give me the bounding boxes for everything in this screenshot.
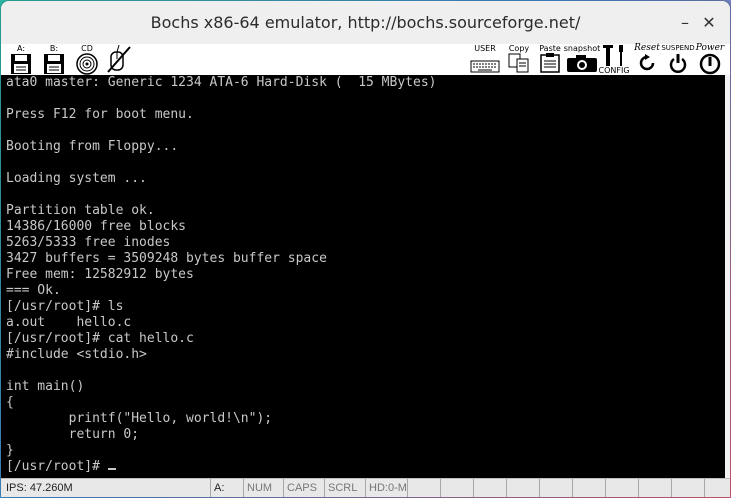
console-line: 14386/16000 free blocks <box>6 219 187 234</box>
ips-indicator: IPS: 47.260M <box>6 482 73 494</box>
console-line: ata0 master: Generic 1234 ATA-6 Hard-Dis… <box>6 75 437 90</box>
suspend-button[interactable]: SUSPEND <box>661 44 695 75</box>
reset-label: Reset <box>634 43 660 53</box>
copy-icon <box>508 53 529 73</box>
status-slot-10 <box>704 479 730 497</box>
copy-button[interactable]: Copy <box>505 44 533 75</box>
scroll-lock-indicator: SCRL <box>324 479 365 497</box>
console-line: int main() <box>6 379 85 394</box>
console-line: a.out hello.c <box>6 315 132 330</box>
paste-button[interactable]: Paste <box>536 44 564 75</box>
status-slot-3 <box>473 479 506 497</box>
status-slot-4 <box>506 479 539 497</box>
console-line: [/usr/root]# ls <box>6 299 124 314</box>
floppy-a-icon <box>11 54 31 74</box>
status-bar: IPS: 47.260M A: NUM CAPS SCRL HD:0-M <box>1 478 730 497</box>
console-line: Partition table ok. <box>6 203 155 218</box>
caps-lock-indicator: CAPS <box>283 479 324 497</box>
status-slot-7 <box>605 479 638 497</box>
suspend-icon <box>669 54 687 73</box>
status-slot-5 <box>539 479 572 497</box>
camera-icon <box>567 55 597 72</box>
window-title: Bochs x86-64 emulator, http://bochs.sour… <box>150 13 581 32</box>
screen-right-border <box>725 75 730 478</box>
mouse-disabled-icon <box>107 44 131 73</box>
floppy-a-label: A: <box>16 44 26 53</box>
console-line: 5263/5333 free inodes <box>6 235 171 250</box>
console-line: === Ok. <box>6 283 61 298</box>
console-line: [/usr/root]# cat hello.c <box>6 331 194 346</box>
emulator-screen[interactable]: ata0 master: Generic 1234 ATA-6 Hard-Dis… <box>1 75 725 478</box>
keyboard-icon <box>470 60 500 73</box>
status-slot-8 <box>638 479 671 497</box>
status-slot-2 <box>440 479 473 497</box>
mouse-capture-button[interactable] <box>105 44 133 75</box>
floppy-b-icon <box>44 54 64 74</box>
console-prompt-line: [/usr/root]# <box>6 459 725 475</box>
power-label: Power <box>695 43 725 53</box>
snapshot-label: snapshot <box>563 44 601 53</box>
suspend-label: SUSPEND <box>661 44 695 52</box>
console-line: Press F12 for boot menu. <box>6 107 194 122</box>
floppy-b-button[interactable]: B: <box>41 44 67 75</box>
close-button[interactable]: ✕ <box>699 13 719 33</box>
console-line: Booting from Floppy... <box>6 139 179 154</box>
console-line: { <box>6 395 14 410</box>
config-tools-icon <box>603 45 623 66</box>
status-slot-1 <box>407 479 440 497</box>
copy-label: Copy <box>508 44 530 53</box>
user-label: USER <box>474 44 496 53</box>
config-button[interactable]: CONFIG <box>598 44 630 75</box>
bochs-toolbar: A: B: CD USER Copy Paste snapshot CONFIG… <box>1 44 730 75</box>
console-output: ata0 master: Generic 1234 ATA-6 Hard-Dis… <box>1 75 725 475</box>
power-button[interactable]: Power <box>694 44 726 75</box>
paste-label: Paste <box>539 44 561 53</box>
cdrom-button[interactable]: CD <box>73 44 101 75</box>
console-line: printf("Hello, world!\n"); <box>6 411 273 426</box>
floppy-a-button[interactable]: A: <box>8 44 34 75</box>
minimize-button[interactable]: – <box>675 13 695 33</box>
console-prompt: [/usr/root]# <box>6 459 108 474</box>
floppy-b-label: B: <box>49 44 59 53</box>
console-line: Free mem: 12582912 bytes <box>6 267 194 282</box>
snapshot-button[interactable]: snapshot <box>563 44 601 75</box>
drive-indicator: A: <box>210 479 243 497</box>
title-bar[interactable]: Bochs x86-64 emulator, http://bochs.sour… <box>1 1 730 45</box>
bochs-window: Bochs x86-64 emulator, http://bochs.sour… <box>1 1 730 497</box>
text-cursor <box>107 468 116 470</box>
user-button[interactable]: USER <box>469 44 501 75</box>
console-line: } <box>6 443 14 458</box>
status-slot-6 <box>572 479 605 497</box>
console-line: Loading system ... <box>6 171 147 186</box>
power-icon <box>699 53 721 75</box>
config-label: CONFIG <box>598 66 630 75</box>
cdrom-label: CD <box>81 44 93 53</box>
console-line: 3427 buffers = 3509248 bytes buffer spac… <box>6 251 327 266</box>
reset-icon <box>639 54 655 71</box>
hd-indicator: HD:0-M <box>365 479 407 497</box>
num-lock-indicator: NUM <box>243 479 283 497</box>
status-slot-9 <box>671 479 704 497</box>
console-line: #include <stdio.h> <box>6 347 147 362</box>
reset-button[interactable]: Reset <box>631 44 663 75</box>
console-line: return 0; <box>6 427 140 442</box>
paste-icon <box>540 53 560 73</box>
cdrom-icon <box>76 53 98 75</box>
